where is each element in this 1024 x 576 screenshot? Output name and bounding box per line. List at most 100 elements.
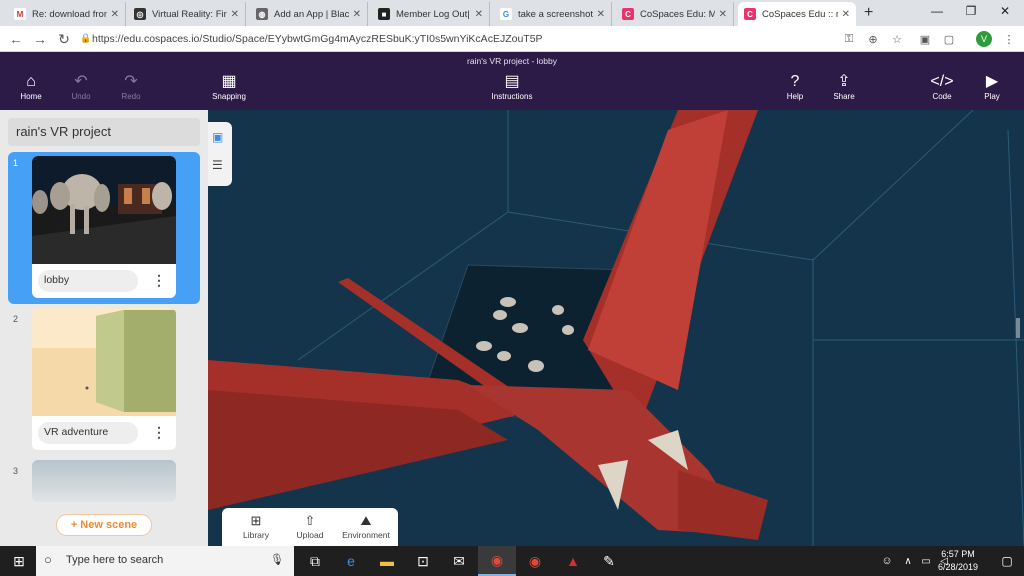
site-icon: ■ bbox=[378, 8, 390, 20]
browser-tab-title: CoSpaces Edu :: ra bbox=[762, 8, 838, 20]
browser-tab-active[interactable]: C CoSpaces Edu :: ra ✕ bbox=[738, 2, 856, 26]
windows-taskbar: ⊞ ○ Type here to search 🎙 ⧉ e ▬ ⊡ ✉ ◉ ◉ … bbox=[0, 546, 1024, 576]
more-options-icon[interactable]: ⋮ bbox=[152, 272, 166, 289]
3d-viewport[interactable] bbox=[208, 110, 1024, 546]
library-icon: ⊞ bbox=[250, 513, 262, 528]
close-tab-icon[interactable]: ✕ bbox=[231, 9, 239, 20]
scene-canvas bbox=[208, 110, 1024, 546]
home-label: Home bbox=[20, 92, 42, 101]
browser-tab[interactable]: C CoSpaces Edu: Ma ✕ bbox=[616, 2, 734, 26]
mail-icon[interactable]: ✉ bbox=[440, 546, 478, 576]
scene-item-lobby[interactable]: 1 lobby ⋮ bbox=[8, 152, 200, 304]
reload-icon[interactable]: ↻ bbox=[54, 29, 74, 49]
redo-button[interactable]: ↷ Redo bbox=[106, 72, 156, 101]
close-tab-icon[interactable]: ✕ bbox=[842, 9, 850, 20]
notifications-icon[interactable]: ▢ bbox=[988, 546, 1024, 576]
home-button[interactable]: ⌂ Home bbox=[6, 72, 56, 101]
library-label: Library bbox=[243, 530, 269, 540]
close-window-icon[interactable]: ✕ bbox=[988, 0, 1022, 22]
back-icon[interactable]: ← bbox=[6, 29, 26, 49]
close-tab-icon[interactable]: ✕ bbox=[597, 9, 605, 20]
clipboard-icon: ▤ bbox=[504, 73, 520, 90]
environment-button[interactable]: ⛰ Environment bbox=[336, 512, 396, 540]
help-icon: ? bbox=[790, 73, 800, 90]
clock-date: 6/28/2019 bbox=[937, 562, 979, 572]
list-tab-icon[interactable]: ☰ bbox=[212, 158, 223, 172]
extension-icon[interactable]: ▢ bbox=[940, 30, 958, 48]
environment-label: Environment bbox=[342, 530, 390, 540]
paint-icon[interactable]: ✎ bbox=[590, 546, 628, 576]
scene-thumbnail bbox=[32, 156, 176, 264]
bookmark-star-icon[interactable]: ☆ bbox=[888, 30, 906, 48]
play-button[interactable]: ▶ Play bbox=[967, 72, 1017, 101]
extension-icon[interactable]: ▣ bbox=[916, 30, 934, 48]
browser-tab[interactable]: ◍ Add an App | Black ✕ bbox=[250, 2, 368, 26]
more-options-icon[interactable]: ⋮ bbox=[152, 424, 166, 441]
undo-label: Undo bbox=[71, 92, 91, 101]
help-button[interactable]: ? Help bbox=[770, 72, 820, 101]
address-bar[interactable]: https://edu.cospaces.io/Studio/Space/EYy… bbox=[92, 30, 543, 48]
edge-icon[interactable]: e bbox=[332, 546, 370, 576]
undo-button[interactable]: ↶ Undo bbox=[56, 72, 106, 101]
store-icon[interactable]: ⊡ bbox=[404, 546, 442, 576]
code-icon: </> bbox=[930, 73, 954, 90]
play-label: Play bbox=[984, 92, 1000, 101]
browser-tab[interactable]: ◎ Virtual Reality: Fin ✕ bbox=[128, 2, 246, 26]
compass-icon: ◎ bbox=[134, 8, 146, 20]
restore-icon[interactable]: ❐ bbox=[954, 0, 988, 22]
browser-tab[interactable]: G take a screenshot ✕ bbox=[494, 2, 612, 26]
instructions-button[interactable]: ▤ Instructions bbox=[482, 72, 542, 101]
new-tab-button[interactable]: + bbox=[864, 4, 873, 22]
forward-icon[interactable]: → bbox=[30, 29, 50, 49]
browser-tab[interactable]: M Re: download from ✕ bbox=[8, 2, 126, 26]
scene-item-3[interactable]: 3 bbox=[8, 460, 200, 502]
environment-icon: ⛰ bbox=[360, 513, 372, 528]
menu-kebab-icon[interactable]: ⋮ bbox=[1000, 30, 1018, 48]
profile-avatar[interactable]: V bbox=[976, 31, 992, 47]
browser-tab[interactable]: ■ Member Log Out| ✕ bbox=[372, 2, 490, 26]
chevron-up-icon[interactable]: ∧ bbox=[898, 546, 918, 576]
scene-number: 3 bbox=[13, 466, 19, 476]
new-scene-button[interactable]: + New scene bbox=[56, 514, 152, 536]
close-tab-icon[interactable]: ✕ bbox=[111, 9, 119, 20]
scene-label[interactable]: lobby bbox=[38, 270, 138, 292]
zoom-icon[interactable]: ⊕ bbox=[864, 30, 882, 48]
task-view-icon[interactable]: ⧉ bbox=[296, 546, 334, 576]
file-explorer-icon[interactable]: ▬ bbox=[368, 546, 406, 576]
browser-tab-title: Member Log Out| bbox=[396, 8, 470, 20]
microphone-icon[interactable]: 🎙 bbox=[270, 553, 284, 566]
code-label: Code bbox=[932, 92, 952, 101]
snapping-label: Snapping bbox=[212, 92, 246, 101]
grid-icon: ▦ bbox=[221, 73, 237, 90]
upload-button[interactable]: ⇧ Upload bbox=[284, 512, 336, 540]
close-tab-icon[interactable]: ✕ bbox=[353, 9, 361, 20]
opera-icon[interactable]: ◉ bbox=[516, 546, 554, 576]
scene-item-vr-adventure[interactable]: 2 VR adventure ⋮ bbox=[8, 308, 200, 454]
windows-start-icon[interactable]: ⊞ bbox=[0, 546, 38, 576]
scene-label[interactable]: VR adventure bbox=[38, 422, 138, 444]
scene-thumbnail bbox=[32, 308, 176, 416]
panel-side-tabs: ▣ ☰ bbox=[208, 122, 232, 186]
share-icon: ⇪ bbox=[837, 73, 851, 90]
share-button[interactable]: ⇪ Share bbox=[819, 72, 869, 101]
taskbar-clock[interactable]: 6:57 PM 6/28/2019 bbox=[928, 548, 988, 574]
minimize-icon[interactable]: — bbox=[920, 0, 954, 22]
code-button[interactable]: </> Code bbox=[917, 72, 967, 101]
close-tab-icon[interactable]: ✕ bbox=[719, 9, 727, 20]
scenes-tab-icon[interactable]: ▣ bbox=[212, 130, 223, 144]
cospaces-icon: C bbox=[622, 8, 634, 20]
google-icon: G bbox=[500, 8, 512, 20]
close-tab-icon[interactable]: ✕ bbox=[475, 9, 483, 20]
browser-toolbar: ← → ↻ 🔒 https://edu.cospaces.io/Studio/S… bbox=[0, 26, 1024, 52]
key-icon[interactable]: ⚿ bbox=[840, 30, 858, 48]
help-label: Help bbox=[786, 92, 804, 101]
bottom-toolbar: ⊞ Library ⇧ Upload ⛰ Environment bbox=[222, 508, 398, 546]
pdf-reader-icon[interactable]: ▲ bbox=[554, 546, 592, 576]
chrome-icon[interactable]: ◉ bbox=[478, 546, 516, 576]
taskbar-search-box[interactable]: ○ Type here to search 🎙 bbox=[36, 546, 294, 576]
project-name-field[interactable]: rain's VR project bbox=[8, 118, 200, 146]
browser-tab-title: take a screenshot bbox=[518, 8, 593, 20]
redo-label: Redo bbox=[121, 92, 141, 101]
snapping-button[interactable]: ▦ Snapping bbox=[204, 72, 254, 101]
library-button[interactable]: ⊞ Library bbox=[230, 512, 282, 540]
